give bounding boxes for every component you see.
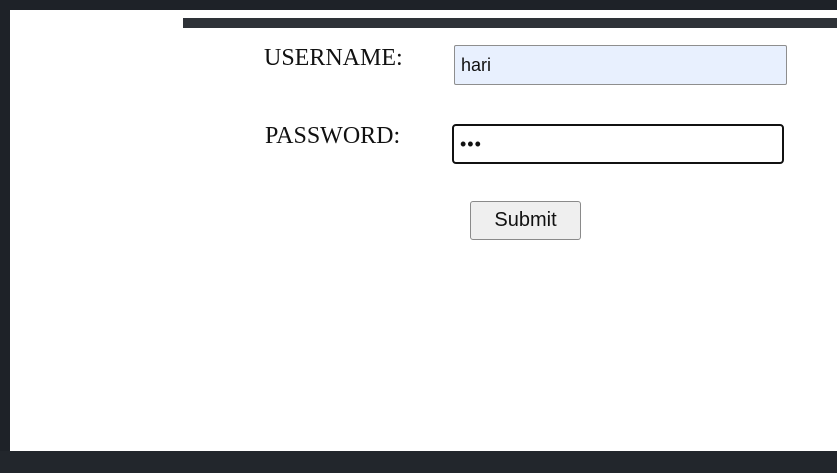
username-label: USERNAME: [264, 45, 403, 71]
password-input[interactable] [452, 124, 784, 164]
username-input[interactable] [454, 45, 787, 85]
top-dark-bar [183, 18, 837, 28]
password-label: PASSWORD: [265, 123, 401, 149]
password-row: PASSWORD: [265, 123, 400, 150]
browser-frame: USERNAME: PASSWORD: Submit [0, 0, 837, 473]
bottom-bar [0, 451, 837, 473]
username-row: USERNAME: [264, 45, 403, 72]
submit-button[interactable]: Submit [470, 201, 581, 240]
